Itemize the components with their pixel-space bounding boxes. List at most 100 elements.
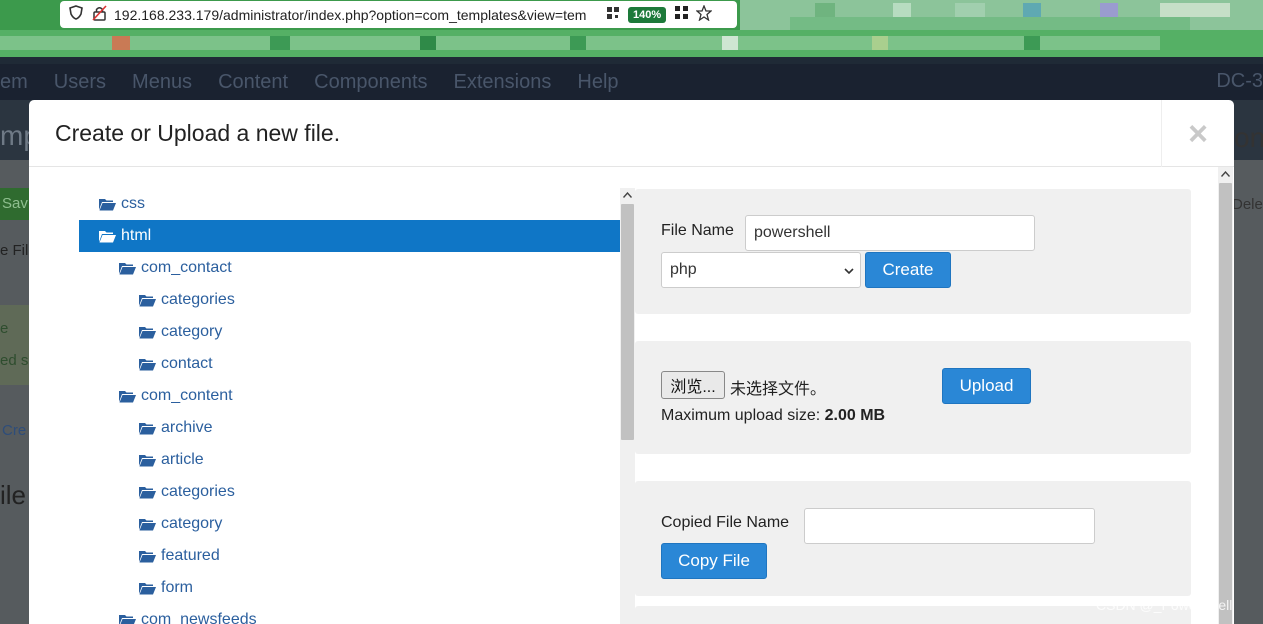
upload-button[interactable]: Upload xyxy=(942,368,1031,404)
bg-fragment: e xyxy=(0,320,9,337)
tree-folder-com-content[interactable]: com_content xyxy=(79,380,620,412)
qr-code-icon[interactable] xyxy=(605,6,621,24)
chevron-down-icon xyxy=(844,263,854,275)
tree-folder-label: categories xyxy=(161,291,235,308)
scroll-up-arrow-icon[interactable] xyxy=(1218,167,1233,182)
file-type-value: php xyxy=(670,261,697,278)
copy-file-button[interactable]: Copy File xyxy=(661,543,767,579)
watermark: CSDN @_PowerShell xyxy=(1096,597,1233,613)
tree-folder-com-contact[interactable]: com_contact xyxy=(79,252,620,284)
max-upload-size: Maximum upload size: 2.00 MB xyxy=(661,407,885,425)
bg-fragment: Dele xyxy=(1232,196,1263,213)
tree-folder-label: form xyxy=(161,579,193,596)
close-button[interactable]: × xyxy=(1161,100,1234,167)
modal-scrollbar[interactable] xyxy=(1218,167,1233,624)
bookmark-star-icon[interactable] xyxy=(695,3,713,25)
url-text: 192.168.233.179/administrator/index.php?… xyxy=(114,6,587,23)
bg-fragment: Sav xyxy=(2,195,28,212)
file-name-input[interactable]: powershell xyxy=(745,215,1035,251)
folder-open-icon xyxy=(139,518,156,531)
tree-folder-label: com_newsfeeds xyxy=(141,611,257,624)
tree-folder-label: html xyxy=(121,227,152,244)
folder-open-icon xyxy=(139,294,156,307)
folder-open-icon xyxy=(99,198,116,211)
extensions-grid-icon[interactable] xyxy=(673,5,689,24)
tree-folder-label: categories xyxy=(161,483,235,500)
bg-fragment: ed s xyxy=(0,352,29,369)
max-upload-size-label: Maximum upload size: xyxy=(661,407,825,424)
bg-fragment: ile xyxy=(0,480,27,510)
insecure-lock-icon xyxy=(91,4,107,25)
tree-folder-category[interactable]: category xyxy=(79,508,620,540)
folder-open-icon xyxy=(139,422,156,435)
folder-open-icon xyxy=(139,582,156,595)
bg-fragment: Cre xyxy=(2,422,27,439)
folder-open-icon xyxy=(139,486,156,499)
admin-menu-item[interactable]: Menus xyxy=(132,71,192,94)
no-file-selected-text: 未选择文件。 xyxy=(730,381,827,398)
tree-folder-categories[interactable]: categories xyxy=(79,476,620,508)
max-upload-size-value: 2.00 MB xyxy=(824,407,886,424)
tree-folder-contact[interactable]: contact xyxy=(79,348,620,380)
admin-menu-item[interactable]: Users xyxy=(54,71,106,94)
admin-menu-item[interactable]: Content xyxy=(218,71,288,94)
folder-open-icon xyxy=(99,230,116,243)
tree-folder-article[interactable]: article xyxy=(79,444,620,476)
tree-folder-label: archive xyxy=(161,419,213,436)
tree-folder-css[interactable]: css xyxy=(79,188,620,220)
admin-menu-bar: em Users Menus Content Components Extens… xyxy=(0,64,1263,100)
tree-folder-label: com_content xyxy=(141,387,233,404)
modal-title: Create or Upload a new file. xyxy=(55,120,341,146)
tree-folder-html[interactable]: html xyxy=(79,220,620,252)
admin-menu-item[interactable]: em xyxy=(0,71,28,94)
folder-open-icon xyxy=(119,262,136,275)
folder-open-icon xyxy=(119,390,136,403)
tree-folder-label: css xyxy=(121,195,145,212)
upload-file-panel: 浏览... 未选择文件。 Upload Maximum upload size:… xyxy=(635,341,1191,454)
file-type-select[interactable]: php xyxy=(661,252,861,288)
shield-icon xyxy=(68,5,84,24)
tree-scrollbar[interactable] xyxy=(620,188,635,624)
copied-file-name-label: Copied File Name xyxy=(661,514,790,531)
folder-open-icon xyxy=(139,358,156,371)
tree-folder-com-newsfeeds[interactable]: com_newsfeeds xyxy=(79,604,620,624)
scrollbar-thumb[interactable] xyxy=(1219,183,1232,624)
tree-folder-archive[interactable]: archive xyxy=(79,412,620,444)
blurred-bookmarks-bar xyxy=(0,30,1263,57)
file-name-label: File Name xyxy=(661,222,734,239)
create-file-panel: File Name powershell php Create xyxy=(635,189,1191,314)
tree-folder-categories[interactable]: categories xyxy=(79,284,620,316)
browse-button[interactable]: 浏览... xyxy=(661,371,725,399)
folder-open-icon xyxy=(119,614,136,624)
tree-folder-label: contact xyxy=(161,355,213,372)
tree-folder-label: article xyxy=(161,451,204,468)
scroll-up-arrow-icon[interactable] xyxy=(620,188,635,203)
admin-menu-item[interactable]: Components xyxy=(314,71,427,94)
modal-header: Create or Upload a new file. × xyxy=(29,100,1234,167)
folder-tree: css html com_contact categories category cont… xyxy=(79,188,620,624)
copy-file-panel: Copied File Name Copy File xyxy=(635,481,1191,596)
bg-fragment: on xyxy=(1234,122,1263,153)
folder-open-icon xyxy=(139,326,156,339)
scrollbar-thumb[interactable] xyxy=(621,204,634,440)
tree-folder-featured[interactable]: featured xyxy=(79,540,620,572)
admin-menu-item[interactable]: Help xyxy=(577,71,618,94)
tree-folder-category[interactable]: category xyxy=(79,316,620,348)
folder-open-icon xyxy=(139,454,156,467)
create-file-modal: Create or Upload a new file. × css html co… xyxy=(29,100,1234,624)
screen: 192.168.233.179/administrator/index.php?… xyxy=(0,0,1263,624)
close-icon: × xyxy=(1188,114,1208,153)
copied-file-name-input[interactable] xyxy=(804,508,1095,544)
zoom-level-badge[interactable]: 140% xyxy=(628,6,667,23)
site-name: DC-3 xyxy=(1216,70,1263,92)
browser-toolbar: 192.168.233.179/administrator/index.php?… xyxy=(0,0,1263,30)
tree-folder-label: com_contact xyxy=(141,259,232,276)
tree-folder-label: category xyxy=(161,323,223,340)
tree-folder-label: category xyxy=(161,515,223,532)
admin-menu-item[interactable]: Extensions xyxy=(454,71,552,94)
tree-folder-form[interactable]: form xyxy=(79,572,620,604)
address-bar[interactable]: 192.168.233.179/administrator/index.php?… xyxy=(60,1,737,28)
tree-folder-label: featured xyxy=(161,547,220,564)
folder-open-icon xyxy=(139,550,156,563)
create-button[interactable]: Create xyxy=(865,252,951,288)
